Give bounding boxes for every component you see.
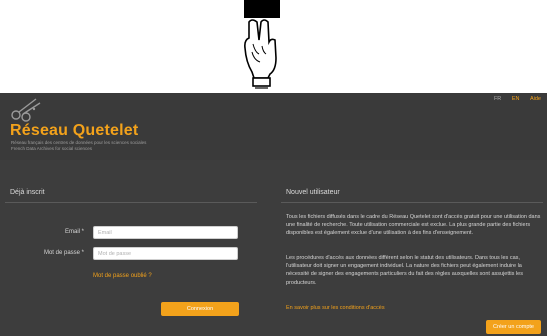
access-terms-link[interactable]: En savoir plus sur les conditions d'accè… <box>286 305 385 311</box>
site-header: Réseau Quetelet Réseau français des cent… <box>0 93 547 160</box>
access-info-paragraph-1: Tous les fichiers diffusés dans le cadre… <box>286 214 541 237</box>
site-title[interactable]: Réseau Quetelet <box>10 122 138 140</box>
app-window: Réseau Quetelet Réseau français des cent… <box>0 93 547 336</box>
forgot-password-link[interactable]: Mot de passe oublié ? <box>93 273 152 279</box>
password-field[interactable]: Mot de passe <box>93 247 238 260</box>
new-user-divider <box>281 202 543 203</box>
help-link[interactable]: Aide <box>530 96 541 102</box>
site-subtitle: Réseau français des centres de données p… <box>11 140 181 151</box>
password-label: Mot de passe * <box>43 250 84 256</box>
login-divider <box>5 202 257 203</box>
language-switcher: FR EN Aide <box>485 96 541 102</box>
login-section-title: Déjà inscrit <box>10 189 45 196</box>
lang-en-link[interactable]: EN <box>512 96 520 102</box>
new-user-section-title: Nouvel utilisateur <box>286 189 340 196</box>
scissors-network-logo-icon <box>11 98 41 122</box>
email-label: Email * <box>64 229 84 235</box>
create-account-button[interactable]: Créer un compte <box>486 320 541 334</box>
lang-fr-link[interactable]: FR <box>494 96 501 102</box>
email-field[interactable]: Email <box>93 226 238 239</box>
site-subtitle-en: French Data Archives for social sciences <box>11 145 93 151</box>
login-button[interactable]: Connexion <box>161 302 239 316</box>
access-info-paragraph-2: Les procédures d'accès aux données diffè… <box>286 255 523 286</box>
pointing-hand-cursor-icon <box>244 0 280 89</box>
